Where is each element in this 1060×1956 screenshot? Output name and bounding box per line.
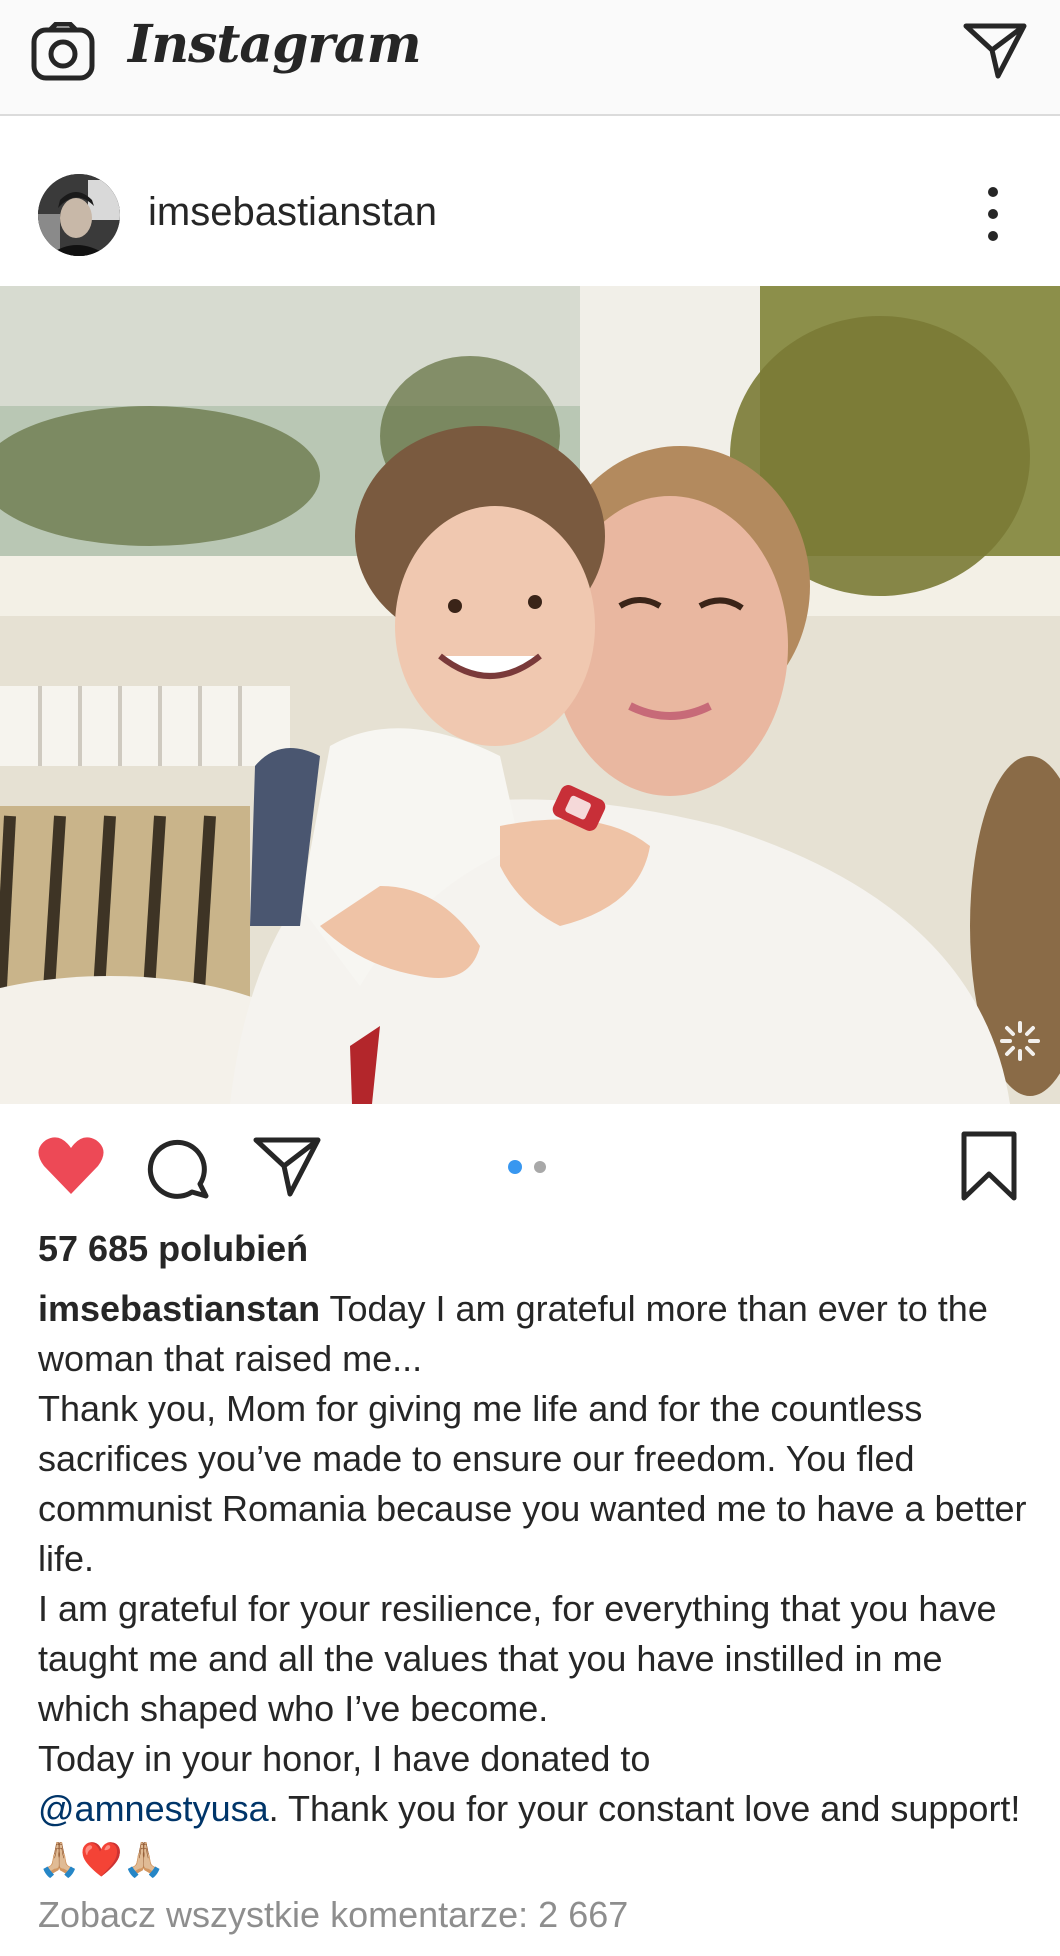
caption-line: Today in your honor, I have donated to [38, 1738, 651, 1779]
avatar[interactable] [38, 174, 120, 256]
top-app-bar: Instagram [0, 0, 1060, 116]
carousel-indicator [508, 1160, 552, 1174]
heart-icon[interactable] [36, 1134, 106, 1198]
post-username[interactable]: imsebastianstan [148, 190, 437, 235]
share-icon[interactable] [252, 1134, 322, 1198]
comment-icon[interactable] [144, 1134, 210, 1200]
post-photo[interactable] [0, 286, 1060, 1104]
caption-line: I am grateful for your resilience, for e… [38, 1588, 997, 1729]
carousel-dot [534, 1161, 546, 1173]
instagram-wordmark: Instagram [128, 14, 422, 75]
caption-line: @amnestyusa. Thank you for your constant… [38, 1784, 1028, 1885]
more-options-icon[interactable] [978, 182, 1008, 246]
carousel-dot-active [508, 1160, 522, 1174]
post-caption: imsebastianstan Today I am grateful more… [38, 1284, 1028, 1885]
caption-emojis: 🙏🏼❤️🙏🏼 [38, 1841, 166, 1879]
post-header: imsebastianstan [0, 116, 1060, 286]
camera-icon[interactable] [30, 21, 96, 82]
post-actions [0, 1104, 1060, 1228]
caption-line: Thank you, Mom for giving me life and fo… [38, 1388, 1027, 1579]
caption-author[interactable]: imsebastianstan [38, 1288, 320, 1329]
caption-text: . Thank you for your constant love and s… [268, 1788, 1021, 1829]
view-all-comments-link[interactable]: Zobacz wszystkie komentarze: 2 667 [38, 1894, 628, 1936]
mention-link[interactable]: @amnestyusa [38, 1788, 269, 1829]
likes-count[interactable]: 57 685 polubień [38, 1228, 308, 1270]
direct-message-icon[interactable] [962, 20, 1028, 80]
bookmark-icon[interactable] [958, 1130, 1020, 1202]
caption-line: imsebastianstan Today I am grateful more… [38, 1284, 1028, 1384]
